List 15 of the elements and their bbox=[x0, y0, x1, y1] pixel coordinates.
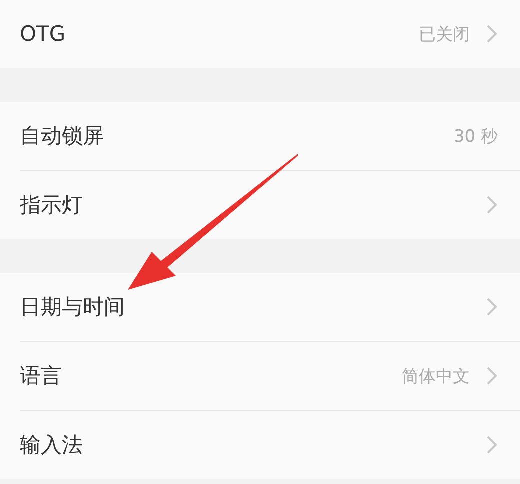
chevron-icon[interactable] bbox=[486, 195, 498, 215]
chevron-icon[interactable] bbox=[486, 24, 498, 44]
setting-label[interactable]: 日期与时间 bbox=[20, 293, 470, 321]
setting-label[interactable]: 输入法 bbox=[20, 431, 470, 459]
chevron-icon[interactable] bbox=[486, 366, 498, 386]
arrow-icon bbox=[128, 154, 298, 290]
chevron-icon[interactable] bbox=[486, 435, 498, 455]
setting-value: 已关闭 bbox=[419, 24, 470, 46]
setting-label[interactable]: 语言 bbox=[20, 362, 402, 390]
setting-value: 简体中文 bbox=[402, 366, 470, 388]
setting-label[interactable]: 指示灯 bbox=[20, 191, 470, 219]
setting-label[interactable]: 自动锁屏 bbox=[20, 122, 454, 150]
setting-label[interactable]: OTG bbox=[20, 22, 419, 46]
chevron-icon[interactable] bbox=[486, 297, 498, 317]
setting-value: 30 秒 bbox=[454, 126, 498, 148]
